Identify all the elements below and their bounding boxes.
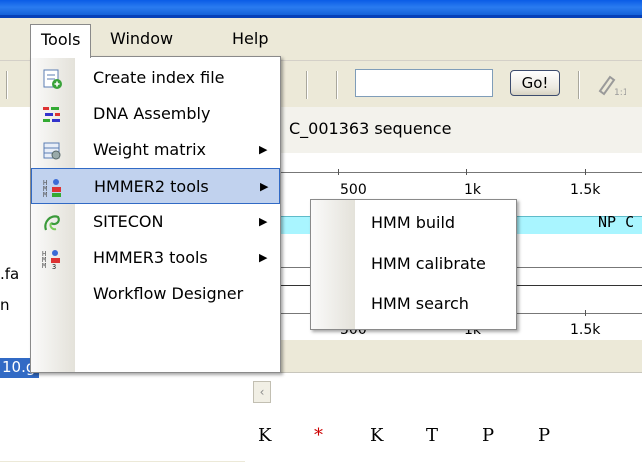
submenu-arrow-icon: ▶ [260, 180, 269, 193]
menu-item-label: HMM build [371, 213, 456, 232]
ruler-tick [585, 169, 586, 175]
sequence-char: T [426, 425, 439, 446]
sitecon-icon [41, 212, 63, 234]
menu-item-create-index-file[interactable]: Create index file [31, 60, 280, 96]
ruler-tick [466, 169, 467, 175]
tools-menu: Create index file DNA Assembly Weight ma… [30, 56, 281, 373]
toolbar-separator [336, 71, 337, 99]
sequence-char: K [370, 425, 384, 446]
sequence-char: K [258, 425, 272, 446]
ruler-label: 1k [464, 182, 482, 198]
menu-item-dna-assembly[interactable]: DNA Assembly [31, 96, 280, 132]
ruler-line [245, 172, 642, 173]
search-input[interactable] [355, 69, 493, 97]
sequence-char: P [482, 425, 495, 446]
toolbar-separator [306, 71, 307, 99]
scroll-left-button[interactable]: ‹ [253, 381, 271, 403]
window-title-bar [0, 0, 642, 18]
menu-item-label: HMM calibrate [371, 254, 486, 273]
svg-text:3: 3 [52, 263, 56, 270]
sequence-title: C_001363 sequence [289, 119, 452, 138]
submenu-arrow-icon: ▶ [259, 251, 268, 264]
sequence-detail-view [245, 372, 642, 462]
weight-matrix-icon [41, 140, 63, 162]
svg-text:1:1: 1:1 [614, 88, 626, 97]
menu-item-workflow-designer[interactable]: Workflow Designer [31, 276, 280, 312]
sequence-char: * [314, 425, 323, 446]
menu-item-hmm-calibrate[interactable]: HMM calibrate [311, 245, 516, 283]
menu-item-hmm-build[interactable]: HMM build [311, 204, 516, 242]
menu-item-label: HMM search [371, 294, 469, 313]
zoom-1-1-icon[interactable]: 1:1 [596, 71, 628, 98]
go-button[interactable]: Go! [510, 70, 560, 96]
menu-item-sitecon[interactable]: SITECON ▶ [31, 204, 280, 240]
menu-bar: Tools Window Help [0, 18, 642, 61]
menu-item-label: Create index file [93, 68, 225, 87]
menu-item-hmmer3-tools[interactable]: HMM3 HMMER3 tools ▶ [31, 240, 280, 276]
menu-item-label: HMMER3 tools [93, 248, 208, 267]
ruler-label: 500 [340, 182, 367, 198]
hmmer3-icon: HMM3 [41, 248, 63, 271]
menu-window[interactable]: Window [100, 24, 183, 54]
sequence-char: P [538, 425, 551, 446]
ruler-tick [585, 310, 586, 316]
submenu-arrow-icon: ▶ [259, 215, 268, 228]
ruler-label: 1.5k [570, 182, 601, 198]
menu-item-hmmer2-tools[interactable]: HMM HMMER2 tools ▶ [31, 168, 280, 204]
ruler-label: 1.5k [570, 322, 601, 338]
menu-item-hmm-search[interactable]: HMM search [311, 285, 516, 323]
menu-item-label: DNA Assembly [93, 104, 211, 123]
dna-assembly-icon [41, 104, 63, 126]
index-file-icon [41, 68, 63, 90]
annotation-label: NP C [598, 213, 635, 231]
sequence-view-header: C_001363 sequence [245, 107, 642, 154]
menu-item-label: Weight matrix [93, 140, 206, 159]
hmmer2-icon: HMM [42, 177, 64, 199]
toolbar-separator [6, 71, 7, 99]
menu-item-label: Workflow Designer [93, 284, 244, 303]
menu-tools[interactable]: Tools [30, 24, 92, 58]
menu-item-weight-matrix[interactable]: Weight matrix ▶ [31, 132, 280, 168]
submenu-arrow-icon: ▶ [259, 143, 268, 156]
toolbar-separator [578, 71, 579, 99]
svg-text:M: M [42, 262, 46, 270]
menu-item-label: HMMER2 tools [94, 177, 209, 196]
project-item[interactable]: .fa [0, 265, 19, 283]
project-item[interactable]: n [0, 296, 10, 314]
menu-help[interactable]: Help [222, 24, 278, 54]
menu-item-label: SITECON [93, 212, 164, 231]
hmmer2-submenu: HMM build HMM calibrate HMM search [310, 199, 517, 330]
ruler-tick [338, 169, 339, 175]
svg-text:M: M [43, 191, 47, 199]
